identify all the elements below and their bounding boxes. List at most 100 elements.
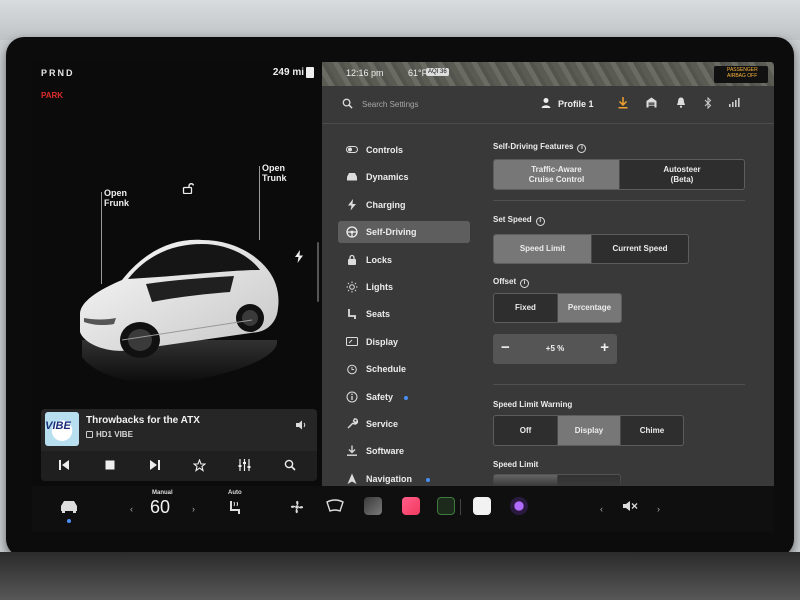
self-driving-features-label: Self-Driving Features — [493, 142, 574, 151]
profile-button[interactable]: Profile 1 — [558, 99, 594, 109]
warning-display-option[interactable]: Display — [558, 416, 621, 445]
radio-icon — [86, 431, 93, 438]
info-icon[interactable]: i — [520, 279, 530, 288]
nav-item-label: Dynamics — [366, 172, 409, 183]
volume-down-chevron[interactable]: ‹ — [600, 504, 603, 514]
traffic-aware-cruise-control-option[interactable]: Traffic-Aware Cruise Control — [494, 160, 620, 189]
favorite-star-icon[interactable] — [193, 459, 206, 472]
audio-output-icon[interactable] — [295, 420, 307, 430]
open-frunk-button[interactable]: Open Frunk — [104, 188, 129, 209]
nav-item-label: Navigation — [366, 473, 413, 484]
download-icon[interactable] — [618, 97, 628, 109]
set-speed-selector: Speed Limit Current Speed — [493, 234, 689, 264]
nav-item-label: Controls — [366, 145, 403, 155]
volume-up-chevron[interactable]: › — [657, 504, 660, 514]
nav-item-label: Safety — [366, 391, 394, 402]
nav-item-charging[interactable]: Charging — [338, 194, 470, 216]
notification-dot — [426, 477, 430, 482]
open-trunk-button[interactable]: Open Trunk — [262, 163, 287, 184]
stop-icon[interactable] — [104, 459, 116, 471]
warning-off-option[interactable]: Off — [494, 416, 558, 445]
percentage-option[interactable]: Percentage — [558, 294, 621, 322]
speed-limit-label: Speed Limit — [493, 460, 539, 469]
car-icon[interactable] — [59, 500, 79, 513]
charge-port-icon[interactable] — [294, 250, 304, 263]
nav-item-locks[interactable]: Locks — [338, 249, 470, 271]
temp-down-chevron[interactable]: ‹ — [130, 504, 133, 514]
dock-divider — [460, 499, 461, 515]
music-app-icon[interactable] — [402, 497, 420, 515]
windshield-defrost-icon[interactable] — [326, 499, 344, 513]
passenger-airbag-indicator: PASSENGER AIRBAG OFF — [714, 66, 768, 83]
info-icon — [346, 391, 358, 403]
media-controls — [41, 451, 317, 481]
nav-item-safety[interactable]: Safety — [338, 386, 470, 408]
nav-item-service[interactable]: Service — [338, 413, 470, 435]
nav-item-display[interactable]: Display — [338, 331, 470, 353]
nav-item-label: Seats — [366, 309, 391, 320]
bottom-dock: ‹ Manual 60 › Auto ‹ › — [32, 486, 774, 532]
cabin-temperature[interactable]: 60 — [150, 497, 170, 518]
previous-track-icon[interactable] — [58, 459, 70, 471]
temp-up-chevron[interactable]: › — [192, 504, 195, 514]
next-track-icon[interactable] — [149, 459, 161, 471]
offset-label: Offset — [493, 277, 517, 286]
nav-item-label: Software — [366, 446, 405, 457]
search-icon[interactable] — [284, 459, 296, 471]
camera-app-icon[interactable] — [510, 497, 528, 515]
profile-icon[interactable] — [541, 97, 553, 109]
settings-topbar: Profile 1 — [322, 86, 774, 124]
active-indicator-dot — [67, 519, 71, 523]
warning-chime-option[interactable]: Chime — [621, 416, 683, 445]
mute-icon[interactable] — [622, 500, 638, 512]
unlock-icon[interactable] — [182, 182, 194, 194]
panel-scroll-handle[interactable] — [317, 242, 319, 302]
autopilot-app-icon[interactable] — [364, 497, 382, 515]
speed-limit-warning-label: Speed Limit Warning — [493, 400, 573, 409]
nav-item-controls[interactable]: Controls — [338, 139, 470, 161]
nav-item-seats[interactable]: Seats — [338, 303, 470, 325]
nav-item-label: Lights — [366, 282, 393, 292]
map-strip[interactable]: 12:16 pm 61°F AQI 36 PASSENGER AIRBAG OF… — [322, 62, 774, 86]
nav-item-software[interactable]: Software — [338, 440, 470, 462]
lte-signal-icon — [729, 98, 740, 107]
bell-icon[interactable] — [676, 97, 686, 108]
speed-limit-option[interactable]: Speed Limit — [494, 235, 592, 263]
download-icon — [347, 445, 357, 457]
airbag-line-2: AIRBAG OFF — [727, 72, 758, 79]
search-settings-input[interactable] — [362, 96, 482, 112]
nav-item-self-driving[interactable]: Self-Driving — [338, 221, 470, 244]
section-divider — [493, 200, 745, 201]
nav-item-schedule[interactable]: Schedule — [338, 358, 470, 380]
games-app-icon[interactable] — [437, 497, 455, 515]
toggle-icon — [346, 146, 358, 153]
media-player[interactable]: VIBE Throwbacks for the ATX HD1 VIBE — [41, 409, 317, 481]
nav-item-lights[interactable]: Lights — [338, 276, 470, 298]
navigation-icon — [347, 473, 357, 484]
garage-icon[interactable] — [646, 97, 657, 108]
info-icon[interactable]: i — [577, 144, 587, 153]
lock-icon — [348, 254, 356, 265]
search-icon — [342, 98, 353, 109]
current-speed-option[interactable]: Current Speed — [592, 235, 688, 263]
autosteer-option[interactable]: Autosteer (Beta) — [620, 160, 744, 189]
bluetooth-icon[interactable] — [704, 97, 712, 109]
increment-button[interactable]: + — [600, 339, 609, 356]
fixed-option[interactable]: Fixed — [494, 294, 558, 322]
station-art-text: VIBE — [45, 420, 71, 432]
nav-item-label: Display — [366, 336, 399, 347]
clock: 12:16 pm — [346, 68, 384, 78]
car-3d-icon — [80, 239, 279, 384]
calendar-app-icon[interactable] — [473, 497, 491, 515]
seat-heater-icon[interactable] — [228, 500, 242, 516]
info-icon[interactable]: i — [535, 217, 545, 226]
section-divider — [493, 384, 745, 385]
touchscreen: PRND PARK 249 mi Open Frunk Open Trunk V… — [32, 62, 774, 532]
nav-item-dynamics[interactable]: Dynamics — [338, 166, 470, 188]
self-driving-features-title: Self-Driving Features i — [493, 142, 587, 153]
equalizer-icon[interactable] — [238, 459, 251, 471]
notification-dot — [403, 395, 408, 400]
fan-icon[interactable] — [288, 498, 306, 516]
steering-wheel-icon — [346, 226, 358, 238]
range-readout: 249 mi — [272, 67, 304, 78]
